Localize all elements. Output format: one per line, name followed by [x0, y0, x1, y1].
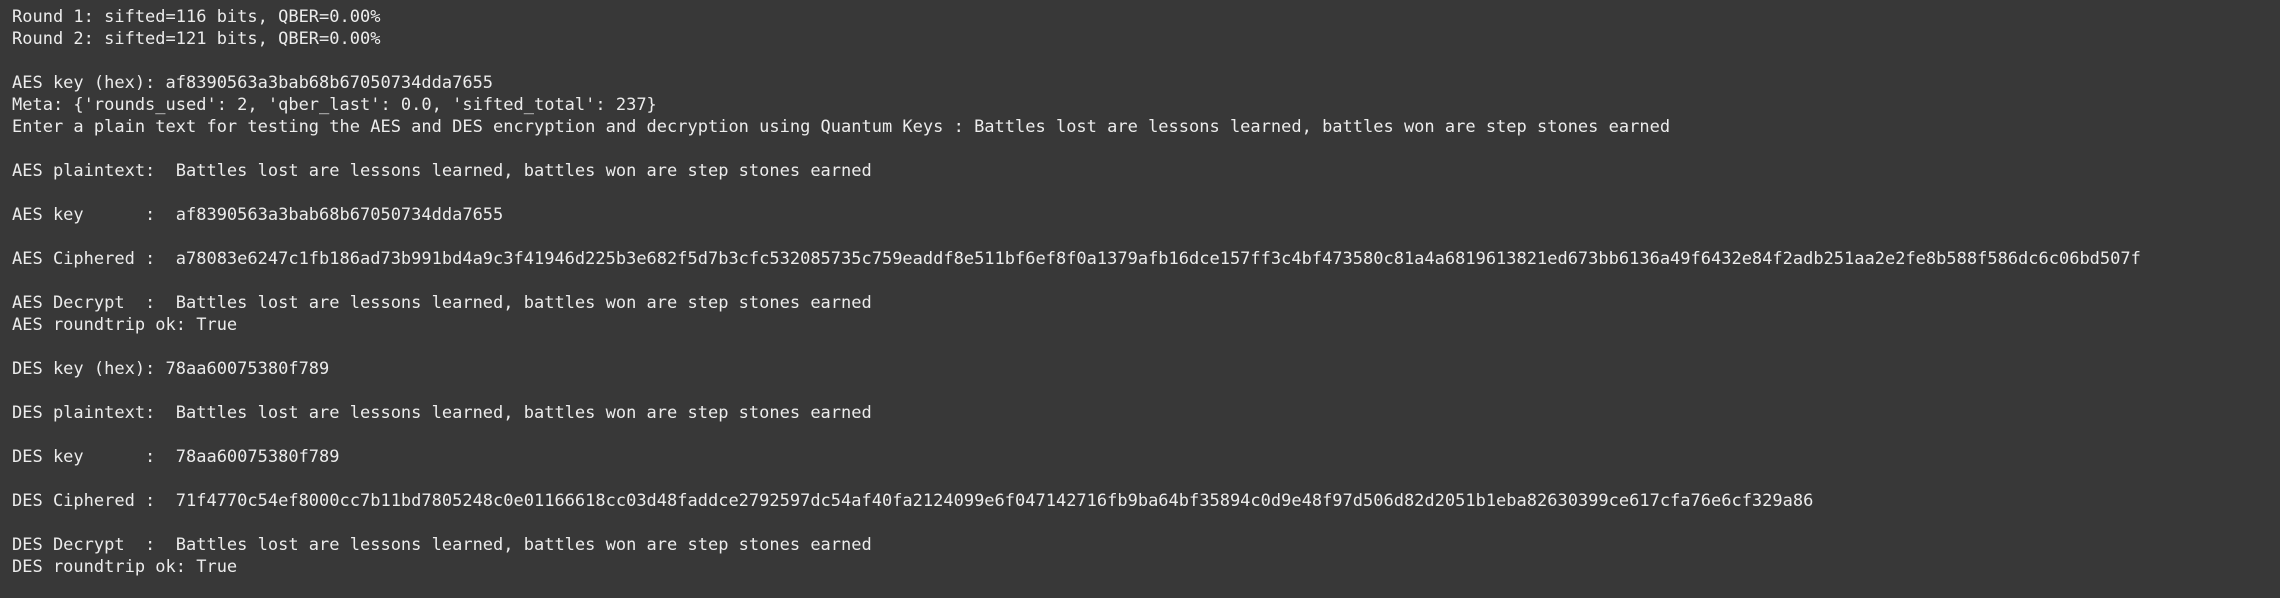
aes-key-hex-line: AES key (hex): af8390563a3bab68b67050734…	[12, 73, 494, 93]
meta-line: Meta: {'rounds_used': 2, 'qber_last': 0.…	[12, 95, 657, 115]
des-roundtrip-line: DES roundtrip ok: True	[12, 557, 238, 577]
aes-plaintext-line: AES plaintext: Battles lost are lessons …	[12, 161, 872, 181]
aes-ciphered-line: AES Ciphered : a78083e6247c1fb186ad73b99…	[12, 249, 2141, 269]
terminal-output: Round 1: sifted=116 bits, QBER=0.00% Rou…	[0, 0, 2280, 598]
des-plaintext-line: DES plaintext: Battles lost are lessons …	[12, 403, 872, 423]
des-key-hex-line: DES key (hex): 78aa60075380f789	[12, 359, 330, 379]
round-2-line: Round 2: sifted=121 bits, QBER=0.00%	[12, 29, 381, 49]
aes-key-line: AES key : af8390563a3bab68b67050734dda76…	[12, 205, 504, 225]
des-key-line: DES key : 78aa60075380f789	[12, 447, 340, 467]
aes-roundtrip-line: AES roundtrip ok: True	[12, 315, 238, 335]
des-decrypt-line: DES Decrypt : Battles lost are lessons l…	[12, 535, 872, 555]
des-ciphered-line: DES Ciphered : 71f4770c54ef8000cc7b11bd7…	[12, 491, 1814, 511]
input-prompt-line: Enter a plain text for testing the AES a…	[12, 117, 1671, 137]
aes-decrypt-line: AES Decrypt : Battles lost are lessons l…	[12, 293, 872, 313]
round-1-line: Round 1: sifted=116 bits, QBER=0.00%	[12, 7, 381, 27]
